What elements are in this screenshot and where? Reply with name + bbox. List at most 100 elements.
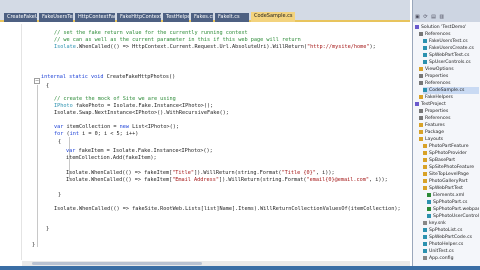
solution-tree-item[interactable]: key.snk	[423, 220, 479, 227]
solution-tree-item[interactable]: SpWebPartTest.cs	[423, 52, 479, 59]
scrollbar-thumb[interactable]	[32, 262, 202, 265]
string-token: "Title"	[172, 170, 195, 176]
solution-tree-item[interactable]: CodeSample.cs	[423, 87, 479, 94]
code-line-16: }	[58, 192, 62, 198]
solution-tree-item-label: References	[425, 32, 451, 37]
solution-tree-item[interactable]: PhotoPartFeature	[423, 143, 479, 150]
solution-tree-item[interactable]: PhotoHelper.cs	[423, 241, 479, 248]
file-icon	[423, 38, 427, 43]
code-token: , i));	[368, 177, 388, 183]
solution-tree-item[interactable]: UnitTest.cs	[423, 248, 479, 255]
solution-tree-item[interactable]: PhotoGalleryPart	[423, 178, 479, 185]
code-line-6: // create the mock of Site we are using	[54, 96, 176, 102]
code-line-method-signature: internal static void CreateFakeHttpPhoto…	[41, 74, 175, 81]
solution-tree-item[interactable]: TestProject	[415, 101, 479, 108]
solution-tree-item[interactable]: SiteTopLevelPage	[423, 171, 479, 178]
file-icon	[419, 108, 423, 113]
code-token: .WhenCalled(() => HttpContext.Current.Re…	[75, 44, 307, 50]
solution-tree-item-label: SpPhotoPart.cs	[433, 200, 468, 205]
tab-http-context-factory[interactable]: HttpContextFactory.cs	[75, 13, 115, 22]
string-token: "Email Address"	[172, 177, 220, 183]
solution-tree-item[interactable]: SpPhotoPart.cs	[427, 199, 479, 206]
solution-tree-item[interactable]: Solution 'TestDemo'	[415, 24, 479, 31]
file-icon	[427, 192, 431, 197]
solution-tree-item[interactable]: SpWebPartCode.cs	[423, 234, 479, 241]
solution-tree-item[interactable]: SpPhotoProvider	[423, 150, 479, 157]
solution-tree-item[interactable]: Properties	[419, 108, 479, 115]
tab-fakes[interactable]: Fakes.cs	[191, 13, 213, 22]
type-token: Isolate	[54, 44, 76, 50]
solution-tree-item-label: Package	[425, 130, 445, 135]
close-icon[interactable]: ×	[295, 13, 296, 19]
collapse-toggle-icon[interactable]: −	[34, 78, 40, 84]
solution-tree-item[interactable]: FakeUsersCreate.cs	[423, 45, 479, 52]
file-icon	[423, 59, 427, 64]
code-line-18: }	[46, 226, 50, 232]
solution-tree-item[interactable]: Layouts	[419, 136, 479, 143]
solution-tree-item-label: SpWebPartCode.cs	[429, 235, 473, 240]
tab-fake-users-tests[interactable]: FakeUsersTests.cs	[39, 13, 73, 22]
solution-tree-item[interactable]: FakeUsersTest.cs	[423, 38, 479, 45]
solution-tree-item[interactable]: SpBasePart	[423, 157, 479, 164]
file-icon	[419, 122, 423, 127]
file-icon	[423, 255, 427, 260]
code-token: List<IPhoto>();	[128, 124, 179, 130]
code-token: Isolate.WhenCalled(() => fakeItem[	[66, 170, 173, 176]
solution-tree-item-label: SpPhotoUserControl	[433, 214, 479, 219]
file-icon	[423, 248, 427, 253]
solution-tree-item[interactable]: SpPhotoUserControl	[427, 213, 479, 220]
code-line-8: Isolate.Swap.NextInstance<IPhoto>().With…	[54, 110, 229, 116]
solution-tree-item[interactable]: FakeHelpers	[419, 94, 479, 101]
code-editor[interactable]: − // set the fake return value for the c…	[24, 24, 410, 260]
solution-tree-item-label: CodeSample.cs	[429, 88, 465, 93]
file-icon	[419, 115, 423, 120]
file-icon	[427, 213, 431, 218]
file-icon	[419, 94, 423, 99]
solution-tree-item-label: SiteTopLevelPage	[429, 172, 469, 177]
file-icon	[423, 87, 427, 92]
solution-tree-item[interactable]: SpPhotoPart.webpart	[427, 206, 479, 213]
tab-create-fake-users[interactable]: CreateFakeUsers.cs	[4, 13, 37, 22]
solution-explorer-toolbar[interactable]: ▣ ⟳ ▤ ▥	[415, 14, 445, 20]
solution-tree-item[interactable]: References	[419, 115, 479, 122]
solution-tree-item-label: SpPhotoPart.webpart	[433, 207, 479, 212]
string-token: "Title {0}"	[281, 170, 316, 176]
solution-tree-item[interactable]: App.config	[423, 255, 479, 262]
tab-fake-it[interactable]: FakeIt.cs	[215, 13, 249, 22]
solution-tree-item-label: App.config	[429, 256, 454, 261]
solution-tree-item-label: SpPhotoList.cs	[429, 228, 463, 233]
keyword-token: var	[66, 148, 76, 154]
solution-tree-item-label: Features	[425, 123, 445, 128]
solution-tree-item[interactable]: SpPhotoList.cs	[423, 227, 479, 234]
solution-tree-item-label: UnitTest.cs	[429, 249, 454, 254]
keyword-token: new	[119, 124, 129, 130]
solution-tree-item-label: SpWebPartTest	[429, 186, 463, 191]
solution-tree-item-label: TestProject	[421, 102, 446, 107]
solution-tree-item[interactable]: SpWebPartTest	[423, 185, 479, 192]
code-token: Isolate.WhenCalled(() => fakeItem[	[66, 177, 173, 183]
code-token: );	[369, 44, 376, 50]
file-icon	[423, 45, 427, 50]
solution-tree-item[interactable]: Elements.xml	[427, 192, 479, 199]
string-token: "http://mysite/home"	[307, 44, 370, 50]
solution-tree-item[interactable]: Package	[419, 129, 479, 136]
tab-code-sample[interactable]: CodeSample.cs×	[251, 12, 295, 22]
solution-tree-item[interactable]: References	[419, 80, 479, 87]
solution-tree-item[interactable]: SpSitePhotoFeature	[423, 164, 479, 171]
code-line-17: Isolate.WhenCalled(() => fakeSite.RootWe…	[54, 206, 401, 212]
solution-tree-item-label: SpBasePart	[429, 158, 456, 163]
solution-tree-item[interactable]: SpUserControls.cs	[423, 59, 479, 66]
file-icon	[419, 66, 423, 71]
code-token: fakeItem = Isolate.Fake.Instance<IPhoto>…	[75, 148, 213, 154]
tab-fake-http-context-tests[interactable]: FakeHttpContextTests.cs	[117, 13, 161, 22]
solution-tree-item[interactable]: Properties	[419, 73, 479, 80]
file-icon	[415, 24, 419, 29]
keyword-token: internal static void	[41, 74, 104, 80]
solution-tree-item[interactable]: ViewOptions	[419, 66, 479, 73]
code-token: ]).WillReturn(string.Format(	[219, 177, 307, 183]
solution-tree-item[interactable]: Features	[419, 122, 479, 129]
tab-test-helpers[interactable]: TestHelpers.cs	[163, 13, 189, 22]
solution-tree-item-label: SpWebPartTest.cs	[429, 53, 470, 58]
solution-tree-item[interactable]: References	[419, 31, 479, 38]
solution-tree-item-label: PhotoPartFeature	[429, 144, 469, 149]
